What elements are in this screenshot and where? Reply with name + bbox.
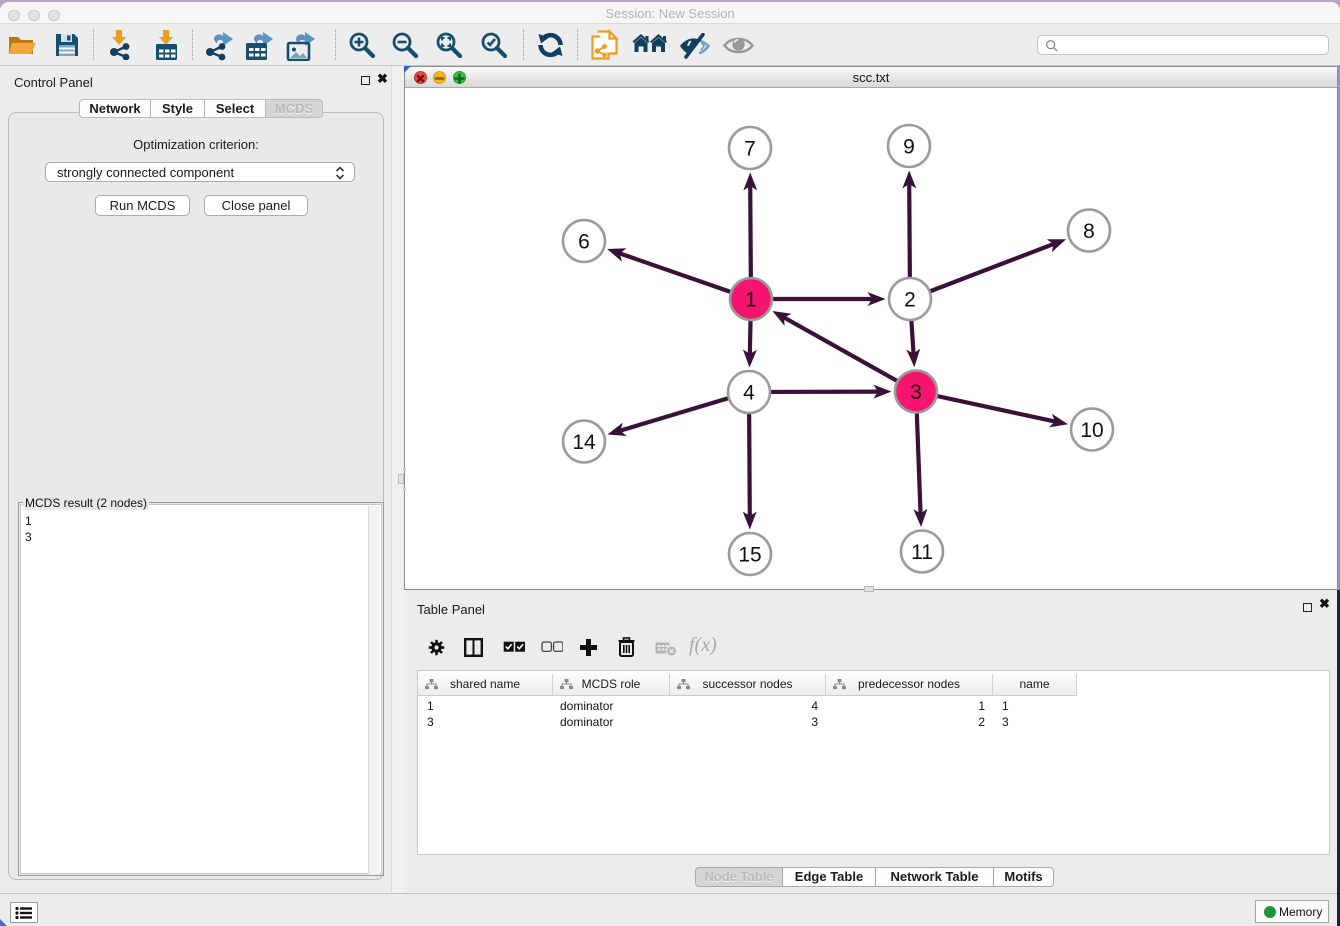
- svg-text:8: 8: [1083, 220, 1095, 243]
- svg-text:2: 2: [904, 289, 916, 312]
- svg-text:15: 15: [738, 544, 761, 567]
- svg-text:10: 10: [1080, 419, 1103, 442]
- svg-text:14: 14: [572, 431, 596, 454]
- svg-text:4: 4: [743, 382, 755, 405]
- svg-text:9: 9: [903, 136, 915, 159]
- svg-text:1: 1: [745, 289, 757, 312]
- svg-text:7: 7: [744, 138, 756, 161]
- svg-text:3: 3: [910, 381, 922, 404]
- svg-text:11: 11: [911, 541, 933, 564]
- svg-text:6: 6: [578, 231, 590, 254]
